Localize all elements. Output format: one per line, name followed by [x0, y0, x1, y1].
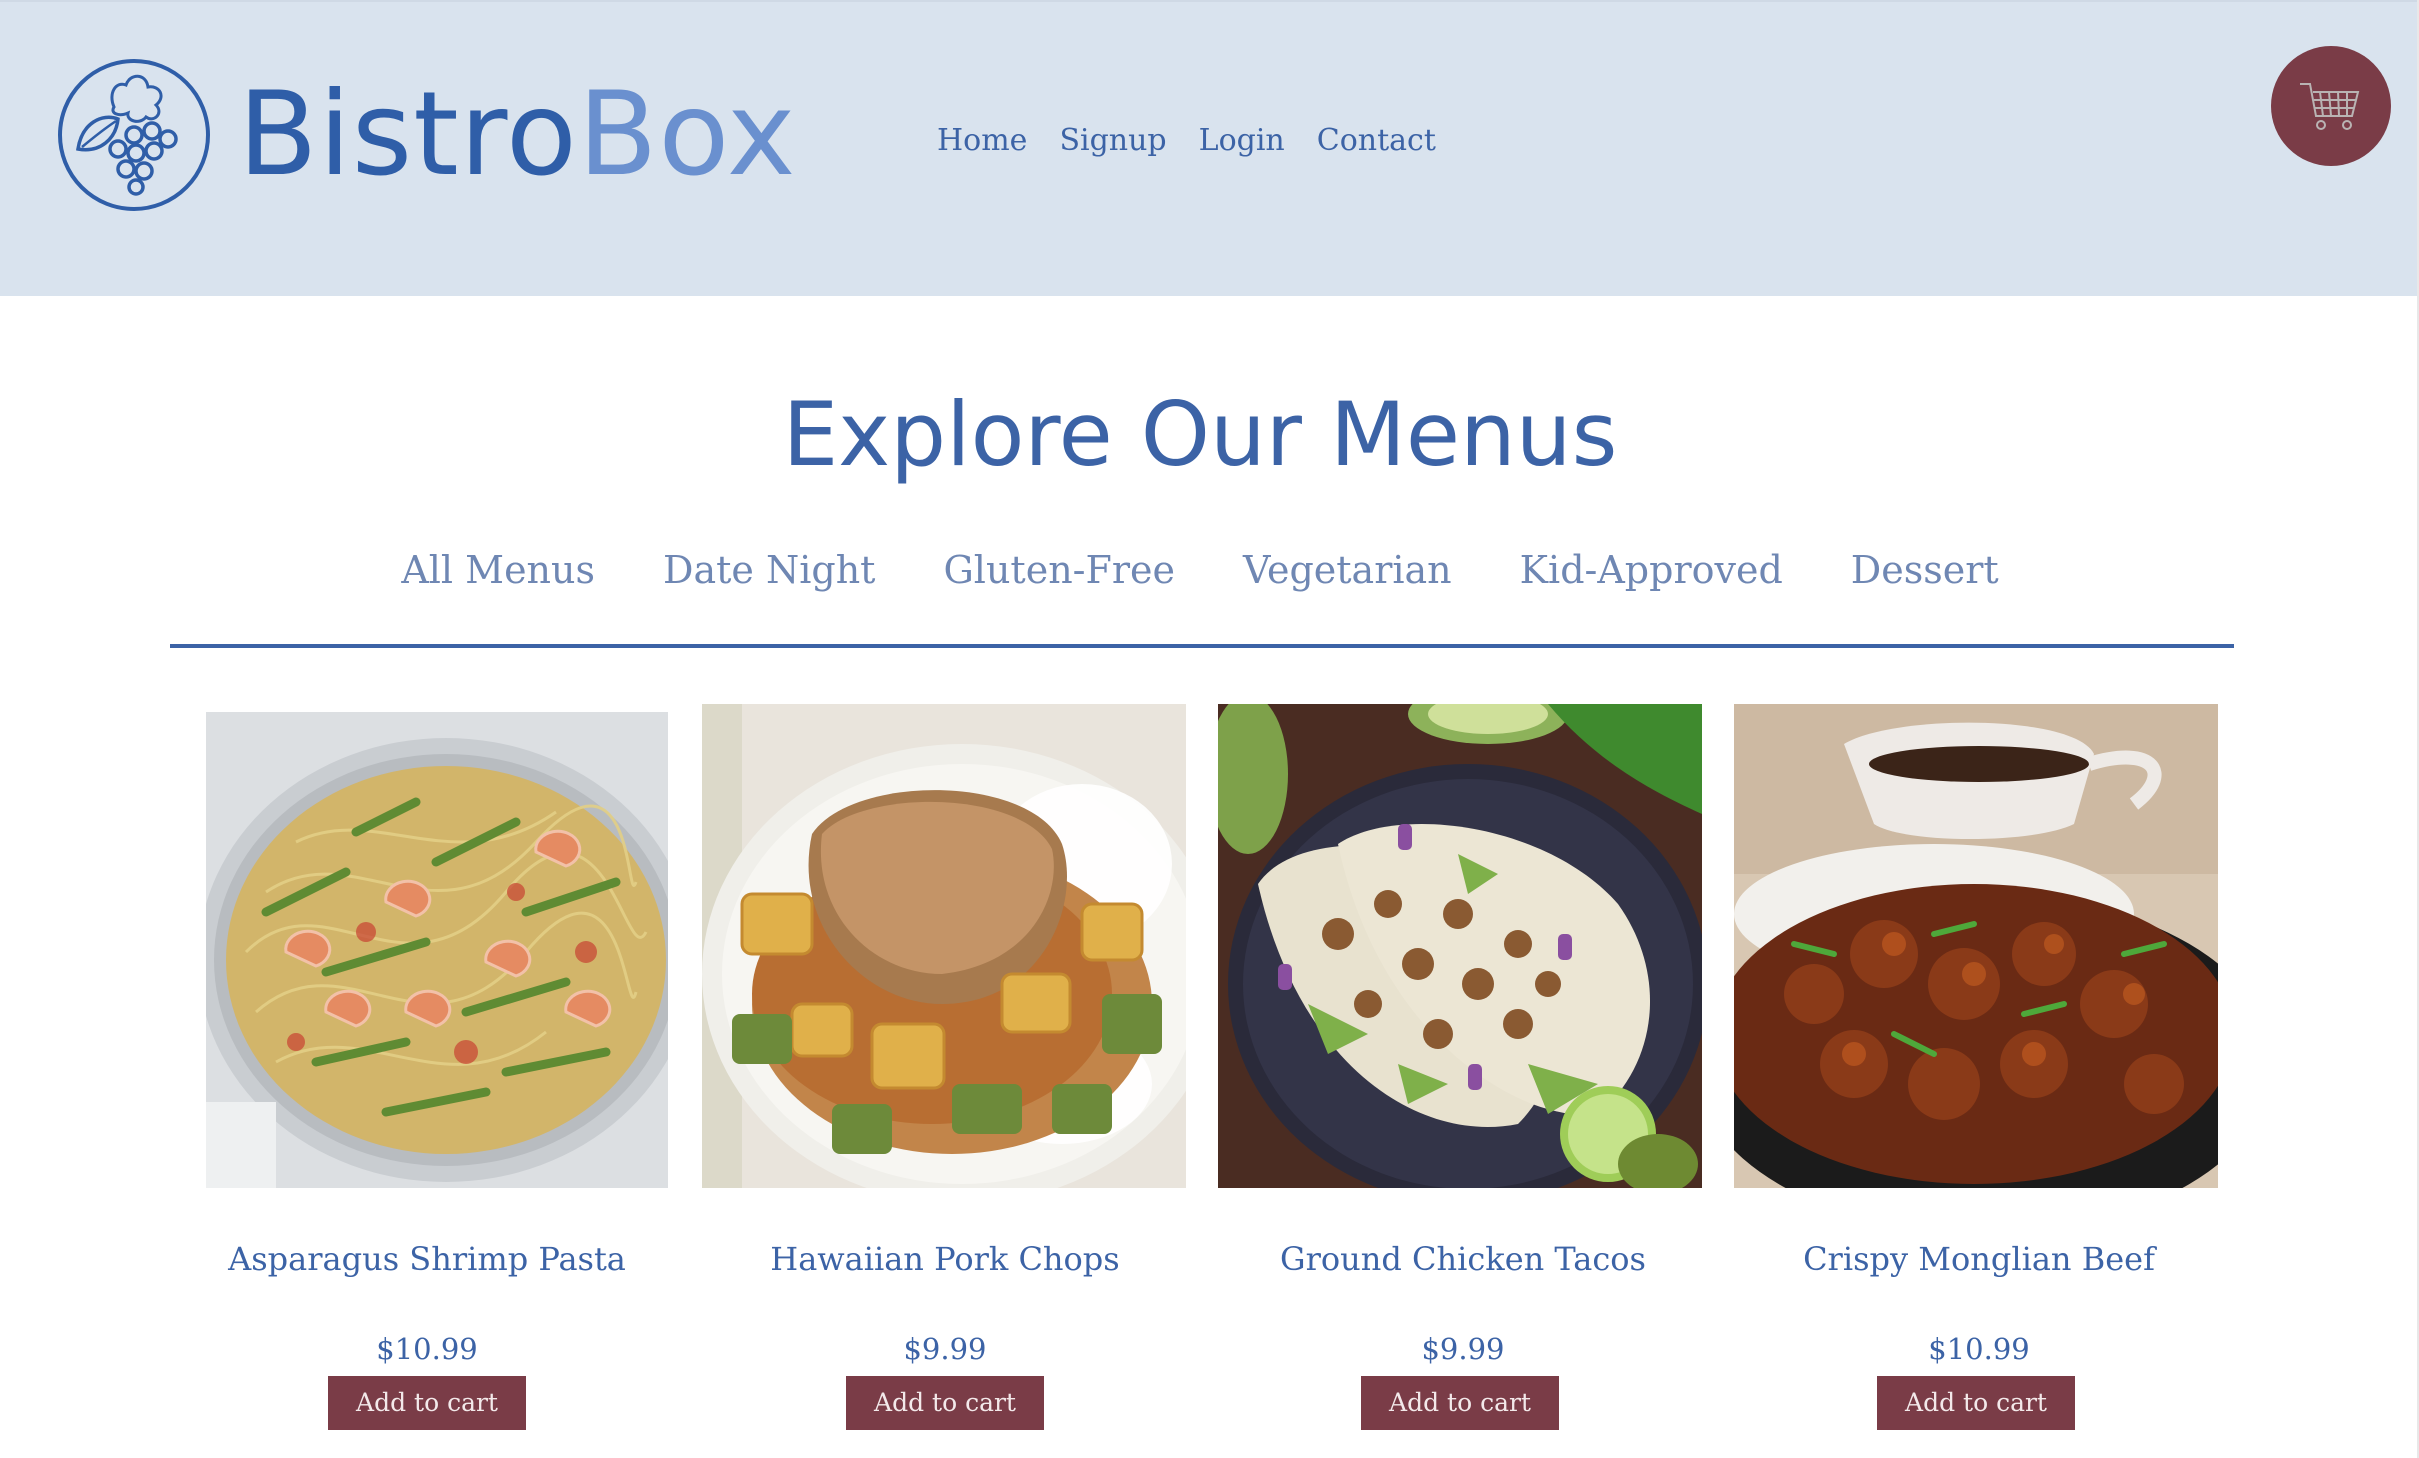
- brand-name-part1: Bistro: [238, 67, 578, 202]
- add-to-cart-button[interactable]: Add to cart: [1361, 1376, 1559, 1430]
- page: BistroBox Home Signup Login Contact Expl…: [0, 0, 2419, 1458]
- shopping-cart-icon: [2300, 83, 2360, 130]
- product-name[interactable]: Crispy Monglian Beef: [1734, 1240, 2224, 1278]
- tabs-divider: [170, 644, 2234, 648]
- pork-chop-photo[interactable]: [702, 704, 1186, 1188]
- product-card: Asparagus Shrimp Pasta $10.99 Add to car…: [182, 704, 672, 1444]
- nav-signup-link[interactable]: Signup: [1059, 123, 1166, 158]
- product-price: $9.99: [1421, 1332, 1505, 1366]
- product-price: $9.99: [903, 1332, 987, 1366]
- grape-leaf-logo-icon[interactable]: [56, 57, 212, 213]
- product-card: Ground Chicken Tacos $9.99 Add to cart: [1218, 704, 1708, 1444]
- product-name[interactable]: Hawaiian Pork Chops: [700, 1240, 1190, 1278]
- tab-vegetarian[interactable]: Vegetarian: [1243, 548, 1452, 592]
- add-to-cart-button[interactable]: Add to cart: [846, 1376, 1044, 1430]
- shrimp-pasta-photo[interactable]: [206, 712, 668, 1188]
- nav-contact-link[interactable]: Contact: [1317, 123, 1436, 158]
- tab-dessert[interactable]: Dessert: [1851, 548, 1999, 592]
- site-header: BistroBox Home Signup Login Contact: [0, 0, 2417, 296]
- tab-gluten-free[interactable]: Gluten-Free: [943, 548, 1175, 592]
- product-name[interactable]: Ground Chicken Tacos: [1218, 1240, 1708, 1278]
- product-name[interactable]: Asparagus Shrimp Pasta: [182, 1240, 672, 1278]
- tab-date-night[interactable]: Date Night: [663, 548, 875, 592]
- chicken-tacos-photo[interactable]: [1218, 704, 1702, 1188]
- tab-kid-approved[interactable]: Kid-Approved: [1520, 548, 1783, 592]
- product-price: $10.99: [376, 1332, 478, 1366]
- tab-all-menus[interactable]: All Menus: [401, 548, 595, 592]
- brand-logo-text[interactable]: BistroBox: [238, 70, 796, 200]
- add-to-cart-button[interactable]: Add to cart: [1877, 1376, 2075, 1430]
- product-price: $10.99: [1928, 1332, 2030, 1366]
- add-to-cart-button[interactable]: Add to cart: [328, 1376, 526, 1430]
- cart-button[interactable]: [2271, 46, 2391, 166]
- page-title: Explore Our Menus: [782, 383, 1618, 486]
- brand-name-part2: Box: [577, 67, 797, 202]
- product-card: Crispy Monglian Beef $10.99 Add to cart: [1734, 704, 2224, 1444]
- product-card: Hawaiian Pork Chops $9.99 Add to cart: [700, 704, 1190, 1444]
- menu-category-tabs: All Menus Date Night Gluten-Free Vegetar…: [0, 548, 2400, 592]
- nav-login-link[interactable]: Login: [1199, 123, 1285, 158]
- main-nav: Home Signup Login Contact: [937, 123, 1436, 158]
- mongolian-beef-photo[interactable]: [1734, 704, 2218, 1188]
- nav-home-link[interactable]: Home: [937, 123, 1027, 158]
